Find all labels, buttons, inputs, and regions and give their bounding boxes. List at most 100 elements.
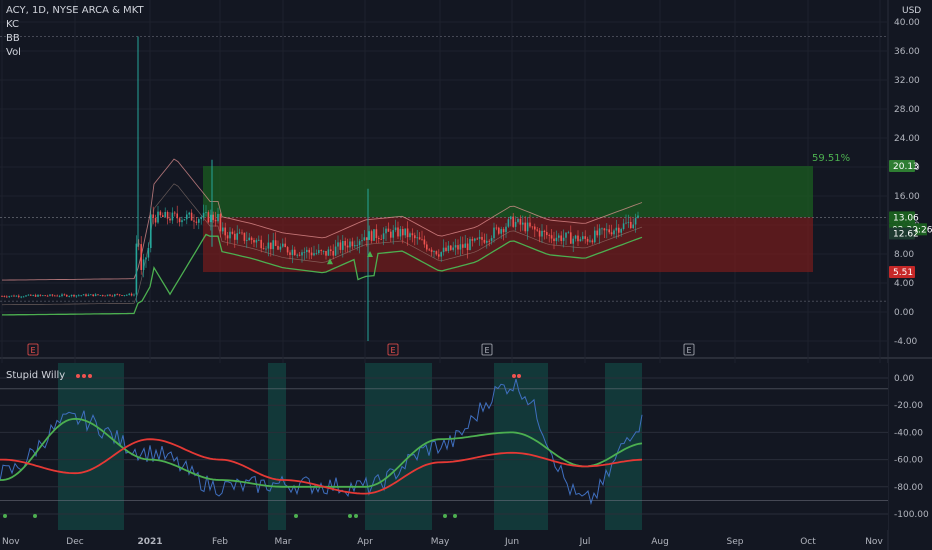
candle-body bbox=[565, 232, 567, 238]
candle-body bbox=[298, 254, 301, 256]
candle-body bbox=[481, 236, 483, 240]
candle-body bbox=[284, 243, 286, 248]
osc-bg bbox=[0, 363, 888, 530]
candle-body bbox=[97, 294, 99, 296]
candle-body bbox=[90, 294, 92, 296]
lower-pane-title[interactable]: Stupid Willy bbox=[6, 370, 65, 381]
osc-signal-dot bbox=[3, 514, 7, 518]
x-tick-label: Nov bbox=[2, 537, 20, 547]
candle-body bbox=[322, 250, 325, 252]
candle-body bbox=[82, 294, 85, 296]
candle-body bbox=[301, 252, 303, 256]
x-tick-label: Jun bbox=[504, 537, 519, 547]
earnings-label: E bbox=[390, 346, 395, 355]
candle-body bbox=[478, 236, 481, 239]
candle-body bbox=[402, 229, 404, 236]
candle-body bbox=[634, 218, 637, 225]
candle-body bbox=[56, 295, 58, 297]
candle-body bbox=[610, 232, 613, 235]
candle-body bbox=[186, 214, 188, 220]
candle-body bbox=[265, 248, 267, 250]
candle-body bbox=[102, 295, 104, 296]
candle-body bbox=[488, 240, 490, 242]
candle-body bbox=[344, 240, 346, 246]
target-percent: 59.51% bbox=[812, 153, 851, 164]
candle-body bbox=[142, 259, 145, 270]
indicator-vol[interactable]: Vol bbox=[6, 47, 21, 58]
candle-body bbox=[462, 244, 464, 248]
candle-body bbox=[272, 240, 274, 250]
candle-body bbox=[567, 232, 570, 234]
candle-body bbox=[579, 239, 582, 242]
candle-body bbox=[584, 236, 586, 239]
candle-body bbox=[190, 212, 193, 221]
candle-body bbox=[339, 242, 342, 250]
candle-body bbox=[450, 245, 452, 250]
candle-body bbox=[118, 294, 121, 296]
candle-body bbox=[334, 246, 337, 256]
candle-body bbox=[133, 294, 135, 296]
candle-body bbox=[637, 215, 639, 219]
chart-canvas[interactable]: EEEE 40.0036.0032.0028.0024.0020.0016.00… bbox=[0, 0, 932, 550]
candle-body bbox=[99, 295, 102, 296]
candle-body bbox=[171, 212, 174, 221]
candle-body bbox=[536, 229, 538, 231]
candle-body bbox=[236, 233, 238, 240]
indicator-bb[interactable]: BB bbox=[6, 33, 20, 44]
candle-body bbox=[423, 239, 426, 245]
candle-body bbox=[363, 237, 366, 241]
x-tick-label: Apr bbox=[357, 537, 373, 547]
candle-body bbox=[615, 227, 618, 231]
candle-body bbox=[255, 240, 258, 243]
osc-signal-dot bbox=[354, 514, 358, 518]
candle-body bbox=[476, 238, 478, 240]
candle-body bbox=[303, 252, 306, 253]
x-tick-label: 2021 bbox=[137, 537, 162, 547]
candle-body bbox=[202, 212, 205, 218]
candle-body bbox=[3, 296, 6, 297]
candle-body bbox=[176, 213, 178, 219]
candle-body bbox=[234, 233, 236, 240]
candle-body bbox=[231, 231, 234, 234]
osc-signal-dot bbox=[512, 374, 516, 378]
candle-body bbox=[574, 235, 577, 239]
candle-body bbox=[164, 211, 166, 217]
candle-body bbox=[313, 253, 315, 256]
candle-body bbox=[390, 231, 392, 238]
candle-body bbox=[430, 249, 433, 252]
candle-body bbox=[210, 214, 212, 223]
candle-body bbox=[13, 295, 15, 297]
highlight-band bbox=[268, 363, 286, 530]
osc-tick-label: -20.00 bbox=[894, 401, 923, 411]
candle-body bbox=[502, 229, 505, 233]
candle-body bbox=[409, 233, 411, 238]
y-tick-label: 40.00 bbox=[894, 18, 920, 28]
candle-body bbox=[34, 295, 37, 297]
candle-body bbox=[411, 233, 414, 236]
candle-body bbox=[495, 227, 498, 229]
oscillator-grid bbox=[0, 363, 888, 530]
candle-body bbox=[188, 212, 190, 215]
y-tick-label: 32.00 bbox=[894, 76, 920, 86]
candle-body bbox=[8, 296, 10, 297]
candle-body bbox=[178, 218, 181, 223]
osc-signal-dot bbox=[82, 374, 86, 378]
candle-body bbox=[207, 212, 210, 223]
candle-body bbox=[58, 295, 61, 297]
osc-signal-dot bbox=[348, 514, 352, 518]
candle-body bbox=[286, 247, 289, 253]
candle-body bbox=[78, 295, 80, 297]
indicator-kc[interactable]: KC bbox=[6, 19, 19, 30]
candle-body bbox=[469, 239, 471, 251]
candle-body bbox=[524, 222, 526, 232]
candle-body bbox=[354, 245, 356, 247]
candle-body bbox=[608, 229, 610, 233]
candle-body bbox=[548, 235, 550, 236]
candle-body bbox=[327, 249, 330, 256]
candle-body bbox=[183, 219, 186, 221]
candle-body bbox=[157, 211, 159, 223]
candle-body bbox=[349, 241, 351, 248]
candle-body bbox=[267, 242, 270, 249]
candle-body bbox=[66, 294, 68, 297]
osc-signal-dot bbox=[76, 374, 80, 378]
